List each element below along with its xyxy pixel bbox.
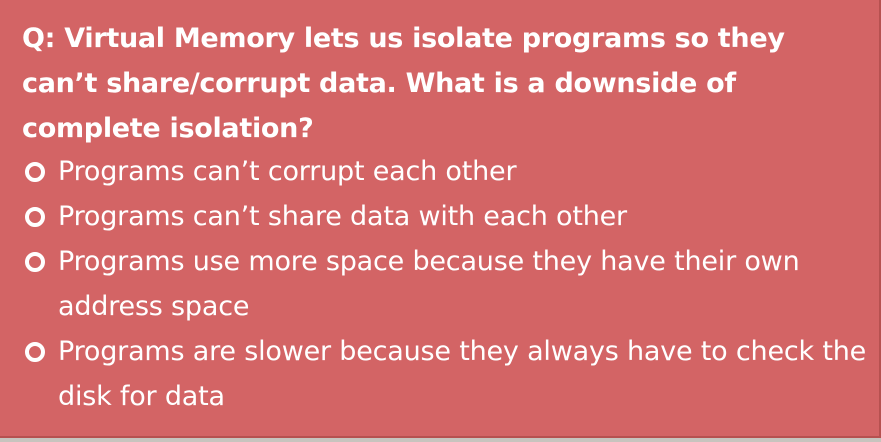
question-text: Q: Virtual Memory lets us isolate progra… bbox=[22, 23, 785, 144]
answer-option-text: Programs are slower because they always … bbox=[58, 336, 867, 412]
hollow-circle-bullet-icon bbox=[25, 162, 45, 182]
answer-option-text: Programs can’t share data with each othe… bbox=[58, 201, 627, 232]
hollow-circle-bullet-icon bbox=[25, 252, 45, 272]
answer-options-list: Programs can’t corrupt each other Progra… bbox=[22, 149, 872, 419]
answer-option-text: Programs use more space because they hav… bbox=[58, 246, 800, 322]
answer-option-text: Programs can’t corrupt each other bbox=[58, 156, 517, 187]
hollow-circle-bullet-icon bbox=[25, 342, 45, 362]
quiz-slide: Q: Virtual Memory lets us isolate progra… bbox=[0, 0, 881, 438]
hollow-circle-bullet-icon bbox=[25, 207, 45, 227]
answer-option-3: Programs use more space because they hav… bbox=[22, 239, 872, 329]
answer-option-2: Programs can’t share data with each othe… bbox=[22, 194, 872, 239]
answer-option-1: Programs can’t corrupt each other bbox=[22, 149, 872, 194]
answer-option-4: Programs are slower because they always … bbox=[22, 329, 872, 419]
